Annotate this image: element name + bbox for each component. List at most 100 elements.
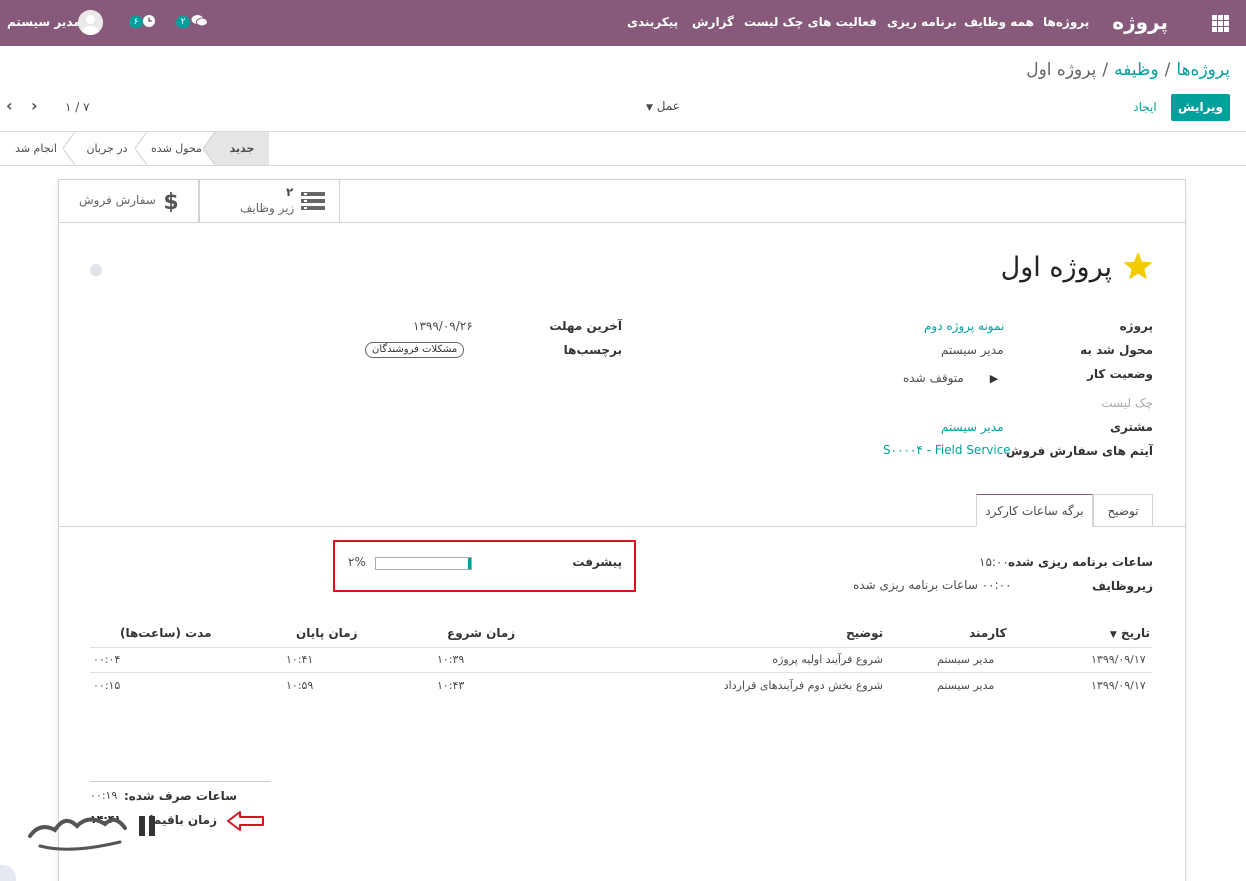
breadcrumb-separator: / xyxy=(1164,60,1171,80)
menu-planning[interactable]: برنامه ریزی xyxy=(887,15,957,29)
field-project[interactable]: نمونه پروژه دوم xyxy=(924,319,1004,333)
chat-icon xyxy=(191,15,208,27)
field-assigned[interactable]: مدیر سیستم xyxy=(941,343,1004,357)
create-button[interactable]: ایجاد xyxy=(1124,94,1166,121)
subtasks-planned-suffix: ساعات برنامه ریزی شده xyxy=(853,578,978,592)
table-header-divider xyxy=(90,647,1152,648)
column-header-end-time[interactable]: زمان پایان xyxy=(296,626,358,640)
tab-description[interactable]: توضیح xyxy=(1093,494,1153,527)
clock-icon xyxy=(143,15,155,27)
play-icon: ▶ xyxy=(989,372,999,385)
action-dropdown[interactable]: ▼ عمل xyxy=(646,99,680,113)
activities-count-badge: ۶ xyxy=(129,16,143,28)
breadcrumb-task[interactable]: وظیفه xyxy=(1114,60,1159,80)
field-label-planned-hours: ساعات برنامه ریزی شده xyxy=(1008,555,1153,569)
stage-in-progress[interactable]: در جریان xyxy=(79,132,135,165)
cell-duration: ۰۰:۱۵ xyxy=(93,679,121,692)
menu-configuration[interactable]: پیکربندی xyxy=(627,15,678,29)
field-label-customer: مشتری xyxy=(1109,420,1153,434)
breadcrumb-projects[interactable]: پروژه‌ها xyxy=(1176,60,1230,80)
total-spent-value: ۰۰:۱۹ xyxy=(90,789,118,802)
edit-button[interactable]: ویرایش xyxy=(1171,94,1230,121)
field-subtasks-planned: ۰۰:۰۰ ساعات برنامه ریزی شده xyxy=(853,578,1012,592)
subtasks-label: زیر وظایف xyxy=(240,201,295,215)
kanban-state-dot[interactable] xyxy=(90,264,102,276)
field-label-project: پروژه xyxy=(1119,319,1153,333)
column-header-description[interactable]: توضیح xyxy=(846,626,883,640)
pager-value[interactable]: ۱ / ۷ xyxy=(65,100,90,114)
totals-divider xyxy=(90,781,271,782)
tab-timesheets[interactable]: برگه ساعات کارکرد xyxy=(976,494,1093,527)
messages-systray[interactable]: ۲ xyxy=(174,12,208,30)
kanban-state-value: متوقف شده xyxy=(903,371,964,385)
subtasks-count: ۲ xyxy=(286,185,294,199)
menu-reporting[interactable]: گزارش xyxy=(692,15,734,29)
arrow-left-annotation-icon xyxy=(227,811,264,831)
field-label-kanban-state: وضعیت کار xyxy=(1087,367,1153,381)
progress-percent: ۲% xyxy=(348,555,366,569)
dollar-icon: $ xyxy=(164,190,178,212)
cell-description: شروع بخش دوم فرآیندهای قرارداد xyxy=(723,679,883,692)
field-deadline[interactable]: ۱۳۹۹/۰۹/۲۶ xyxy=(413,319,473,333)
field-label-checklist: چک لیست xyxy=(1101,396,1153,410)
tag-badge[interactable]: مشکلات فروشندگان xyxy=(365,342,465,358)
tasks-list-icon xyxy=(301,192,325,210)
pager-previous-icon[interactable]: ‹ xyxy=(6,96,13,115)
field-planned-hours[interactable]: ۱۵:۰۰ xyxy=(979,555,1009,569)
apps-grid-icon[interactable] xyxy=(1212,15,1229,32)
statusbar: جدید محول شده در جریان انجام شد xyxy=(0,132,1246,166)
stage-separator-icon xyxy=(135,132,147,165)
field-label-deadline: آخرین مهلت xyxy=(549,319,622,333)
field-label-subtasks: زیروظایف xyxy=(1092,579,1153,593)
field-kanban-state[interactable]: متوقف شده ▶ xyxy=(903,371,998,385)
svg-text:$: $ xyxy=(164,190,178,212)
field-sale-line[interactable]: S۰۰۰۰۴ - Field Service xyxy=(883,443,1011,457)
stage-separator-icon xyxy=(63,132,75,165)
stage-done[interactable]: انجام شد xyxy=(10,132,62,165)
column-header-start-time[interactable]: زمان شروع xyxy=(447,626,515,640)
stage-assigned[interactable]: محول شده xyxy=(150,132,203,165)
sales-order-label: سفارش فروش xyxy=(79,193,156,207)
breadcrumb: پروژه‌ها/وظیفه/پروژه اول xyxy=(1026,60,1230,80)
cell-end-time: ۱۰:۵۹ xyxy=(286,679,314,692)
sales-order-button[interactable]: $ سفارش فروش xyxy=(58,179,199,222)
app-brand[interactable]: پروژه xyxy=(1112,10,1168,34)
activities-systray[interactable]: ۶ xyxy=(129,12,159,30)
subtasks-button[interactable]: ۲ زیر وظایف xyxy=(199,179,340,222)
menu-all-tasks[interactable]: همه وظایف xyxy=(964,15,1034,29)
watermark-logo xyxy=(0,816,155,881)
total-spent-label: ساعات صرف شده: xyxy=(123,789,237,803)
column-header-duration[interactable]: مدت (ساعت‌ها) xyxy=(120,626,212,640)
cell-date: ۱۳۹۹/۰۹/۱۷ xyxy=(1091,653,1146,666)
action-label: عمل xyxy=(656,99,680,113)
field-label-sale-line: آیتم های سفارش فروش xyxy=(1005,444,1153,458)
cell-duration: ۰۰:۰۴ xyxy=(93,653,121,666)
cell-start-time: ۱۰:۴۳ xyxy=(437,679,465,692)
cell-start-time: ۱۰:۳۹ xyxy=(437,653,465,666)
top-navbar: پروژه پروژه‌ها همه وظایف برنامه ریزی فعا… xyxy=(0,0,1246,46)
stage-new[interactable]: جدید xyxy=(215,132,269,165)
progress-bar-fill xyxy=(468,558,471,569)
subtasks-planned-value: ۰۰:۰۰ xyxy=(981,578,1012,592)
sort-caret-icon: ▼ xyxy=(1109,630,1117,640)
column-header-date[interactable]: ▼ تاریخ xyxy=(1110,626,1150,640)
task-title[interactable]: پروژه اول xyxy=(1001,252,1112,283)
menu-projects[interactable]: پروژه‌ها xyxy=(1043,15,1089,29)
field-label-assigned: محول شد به xyxy=(1080,343,1153,357)
cell-date: ۱۳۹۹/۰۹/۱۷ xyxy=(1091,679,1146,692)
star-icon[interactable] xyxy=(1122,250,1154,282)
column-header-employee[interactable]: کارمند xyxy=(969,626,1007,640)
avatar-icon xyxy=(78,10,103,35)
pager-next-icon[interactable]: › xyxy=(31,96,38,115)
user-avatar[interactable] xyxy=(78,10,103,35)
user-menu[interactable]: مدیر سیستم xyxy=(7,15,81,29)
stage-separator-icon xyxy=(203,132,215,165)
form-sheet xyxy=(58,179,1186,881)
field-label-tags: برچسب‌ها xyxy=(563,343,622,357)
field-customer[interactable]: مدیر سیستم xyxy=(941,420,1004,434)
cell-description: شروع فرآیند اولیه پروژه xyxy=(772,653,883,666)
menu-checklist-activities[interactable]: فعالیت های چک لیست xyxy=(744,15,877,29)
cell-employee: مدیر سیستم xyxy=(937,653,995,666)
cell-end-time: ۱۰:۴۱ xyxy=(286,653,314,666)
cell-employee: مدیر سیستم xyxy=(937,679,995,692)
